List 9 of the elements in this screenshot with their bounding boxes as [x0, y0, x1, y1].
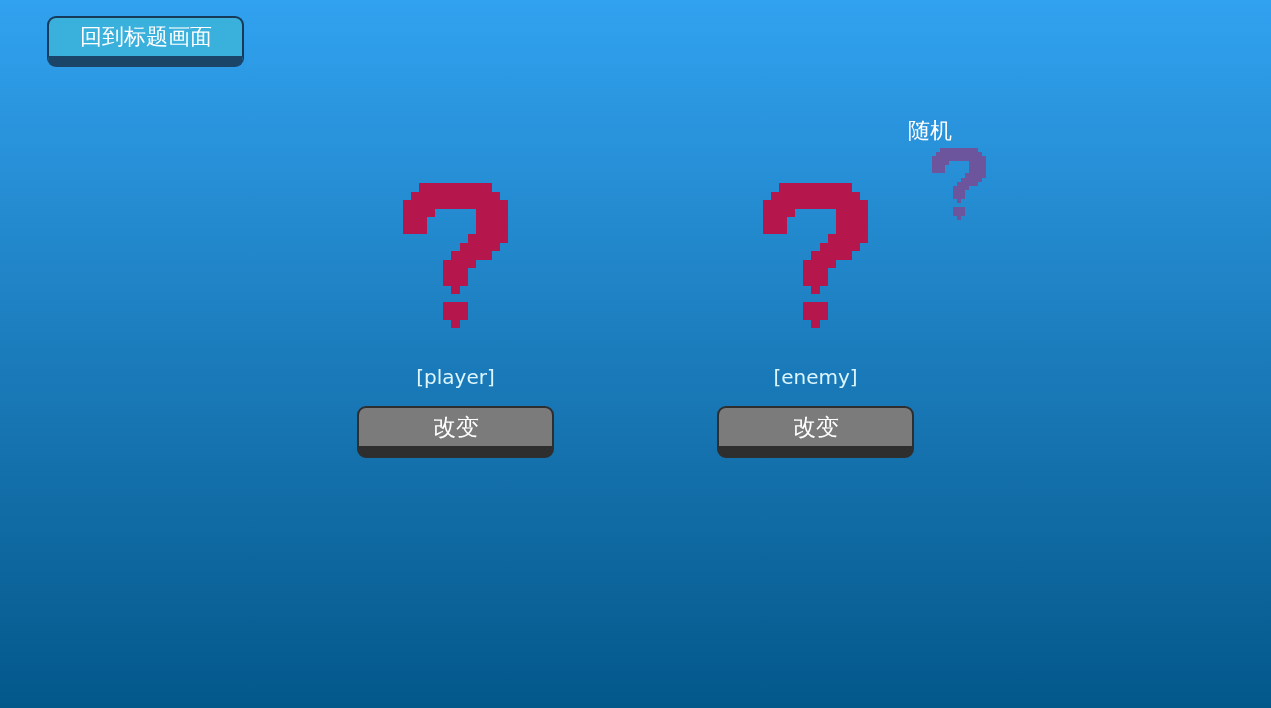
random-button[interactable]: 随机 [908, 117, 986, 220]
character-name: [enemy] [773, 365, 858, 389]
question-mark-icon [403, 183, 508, 328]
character-name: [player] [416, 365, 495, 389]
change-button[interactable]: 改变 [717, 406, 914, 458]
question-mark-icon [763, 183, 868, 328]
change-button[interactable]: 改变 [357, 406, 554, 458]
back-to-title-button[interactable]: 回到标题画面 [47, 16, 244, 67]
question-mark-icon [932, 148, 986, 220]
